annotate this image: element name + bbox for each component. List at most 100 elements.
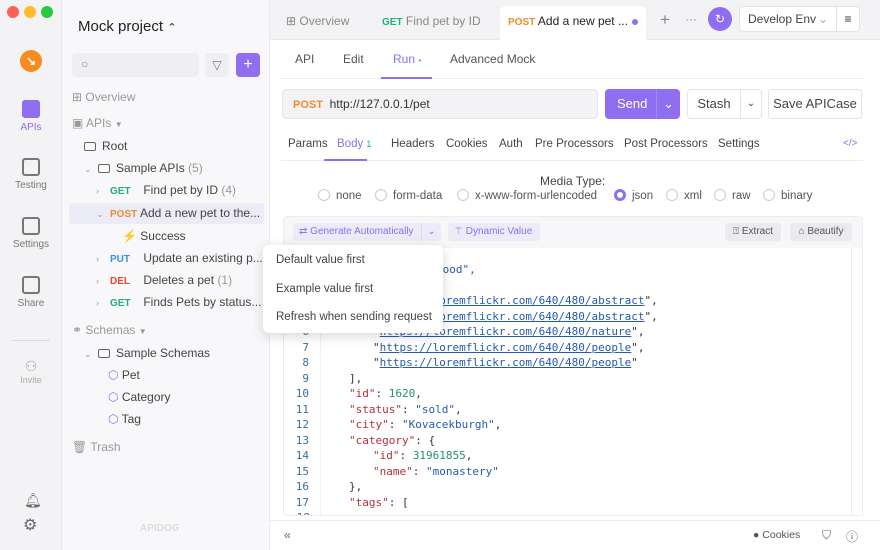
rail-label: APIs	[20, 122, 42, 133]
folder-icon	[98, 164, 110, 173]
chevron-down-icon: ⌄	[96, 209, 104, 219]
method-badge: DEL	[110, 276, 130, 287]
subtab-edit[interactable]: Edit	[343, 52, 364, 66]
tree-folder-sample-schemas[interactable]: ⌄ Sample Schemas	[84, 343, 292, 364]
radio-xml[interactable]: xml	[666, 189, 702, 202]
method-select[interactable]: POST	[293, 99, 323, 111]
tab-body[interactable]: Body 1	[337, 138, 371, 150]
chevron-right-icon: ›	[96, 254, 99, 264]
tab-find-pet[interactable]: GET Find pet by ID	[374, 6, 489, 40]
chevron-down-icon[interactable]: ⌄	[421, 223, 441, 241]
editor-scrollbar[interactable]	[851, 248, 862, 515]
tab-params[interactable]: Params	[288, 138, 328, 150]
tree-apis[interactable]: ▣ APIs ▼	[72, 113, 280, 134]
tab-cookies[interactable]: Cookies	[446, 138, 488, 150]
label: Send	[617, 96, 648, 111]
tab-add-pet[interactable]: POST Add a new pet ...	[500, 6, 646, 40]
tab-post-processors[interactable]: Post Processors	[624, 138, 708, 150]
tab-headers[interactable]: Headers	[391, 138, 434, 150]
label: xml	[684, 190, 702, 202]
dynamic-value-button[interactable]: ⚚ Dynamic Value	[448, 223, 540, 241]
label: Pet	[121, 368, 140, 382]
label: Schemas	[85, 323, 136, 337]
status-bar: « ● Cookies ⛉ ⓘ	[270, 520, 880, 550]
update-arrow-icon[interactable]: ↘	[20, 50, 42, 72]
tree-schemas[interactable]: ⚭ Schemas ▼	[72, 320, 280, 341]
radio-urlencoded[interactable]: x-www-form-urlencoded	[457, 189, 597, 202]
maximize-window-button[interactable]	[41, 6, 53, 18]
label: Overview	[299, 14, 350, 28]
active-tab-indicator	[381, 77, 432, 79]
menu-item-example-value-first[interactable]: Example value first	[276, 283, 373, 295]
menu-item-refresh-on-send[interactable]: Refresh when sending request	[276, 311, 432, 323]
cookies-button[interactable]: ● Cookies	[753, 529, 800, 541]
more-tabs-button[interactable]: ···	[685, 12, 697, 26]
code-view-icon[interactable]: </>	[843, 138, 857, 149]
cube-icon: ⬡	[108, 390, 122, 404]
rail-item-testing[interactable]: Testing	[0, 158, 62, 191]
subtab-advanced-mock[interactable]: Advanced Mock	[450, 52, 535, 66]
subtab-api[interactable]: API	[295, 52, 314, 66]
filter-button[interactable]: ▽	[205, 53, 229, 77]
generate-automatically-button[interactable]: ⇄ Generate Automatically ⌄	[293, 223, 441, 241]
minimize-window-button[interactable]	[24, 6, 36, 18]
tab-auth[interactable]: Auth	[499, 138, 523, 150]
line-number: 15	[295, 465, 309, 478]
tree-overview[interactable]: ⊞ Overview	[72, 87, 280, 108]
tree-item-selected[interactable]: ⌄ POST Add a new pet to the...	[96, 203, 304, 224]
radio-binary[interactable]: binary	[763, 189, 812, 202]
stash-dropdown-button[interactable]: ⌄	[740, 89, 762, 119]
add-button[interactable]: +	[236, 53, 260, 77]
tab-overview[interactable]: ⊞ Overview	[278, 6, 357, 40]
rail-item-apis[interactable]: APIs	[0, 100, 62, 133]
url-value: http://127.0.0.1/pet	[329, 97, 430, 111]
extract-button[interactable]: ⍐ Extract	[725, 223, 781, 241]
bell-icon[interactable]: 🔔︎	[24, 492, 42, 509]
environment-select[interactable]: Develop Env ⌄	[739, 6, 837, 32]
save-apicase-button[interactable]: Save APICase	[768, 89, 862, 119]
sync-icon: ↻	[714, 12, 726, 26]
radio-none[interactable]: none	[318, 189, 362, 202]
search-icon: ○	[81, 57, 89, 71]
subtab-run[interactable]: Run •	[393, 52, 421, 66]
rail-item-settings[interactable]: Settings	[0, 217, 62, 250]
radio-json[interactable]: json	[614, 189, 653, 202]
rail-label: Invite	[20, 375, 42, 385]
divider	[281, 78, 863, 79]
tree-item[interactable]: › GET Find pet by ID (4)	[96, 180, 304, 201]
chevron-updown-icon: ⌃	[167, 22, 177, 34]
label: Success	[140, 229, 186, 243]
tree-trash[interactable]: 🗑︎ Trash	[72, 437, 280, 458]
shirt-icon[interactable]: ⛉	[822, 528, 831, 543]
help-icon[interactable]: ⓘ	[846, 528, 858, 545]
radio-raw[interactable]: raw	[714, 189, 751, 202]
menu-item-default-value-first[interactable]: Default value first	[276, 254, 365, 266]
tree-root[interactable]: Root	[84, 136, 292, 157]
folder-icon	[98, 349, 110, 358]
tab-settings[interactable]: Settings	[718, 138, 760, 150]
menu-button[interactable]: ≡	[836, 6, 860, 32]
stash-button[interactable]: Stash	[687, 89, 741, 119]
apis-icon	[22, 100, 40, 118]
gear-icon[interactable]: ⚙	[23, 515, 37, 535]
beautify-button[interactable]: ⌂ Beautify	[790, 223, 852, 241]
count: (4)	[221, 183, 237, 197]
radio-form-data[interactable]: form-data	[375, 189, 442, 202]
sync-button[interactable]: ↻	[708, 7, 732, 31]
radio-selected-icon	[614, 189, 626, 201]
chevron-down-icon: ⌄	[84, 349, 92, 359]
extract-icon: ⍐	[733, 226, 742, 237]
send-button[interactable]: Send ⌄	[605, 89, 680, 119]
search-input[interactable]: ○	[72, 53, 199, 77]
tree-folder-sample-apis[interactable]: ⌄ Sample APIs (5)	[84, 158, 292, 179]
label: Add a new pet to the...	[140, 206, 261, 220]
close-window-button[interactable]	[7, 6, 19, 18]
collapse-sidebar-icon[interactable]: «	[284, 528, 291, 542]
project-switcher[interactable]: Mock project ⌃	[78, 18, 176, 35]
rail-item-share[interactable]: Share	[0, 276, 62, 309]
rail-item-invite[interactable]: ⚇ Invite	[0, 358, 62, 385]
url-input[interactable]: POST http://127.0.0.1/pet	[282, 89, 598, 119]
tab-pre-processors[interactable]: Pre Processors	[535, 138, 614, 150]
new-tab-button[interactable]: +	[660, 10, 670, 30]
chevron-down-icon[interactable]: ⌄	[656, 89, 680, 119]
